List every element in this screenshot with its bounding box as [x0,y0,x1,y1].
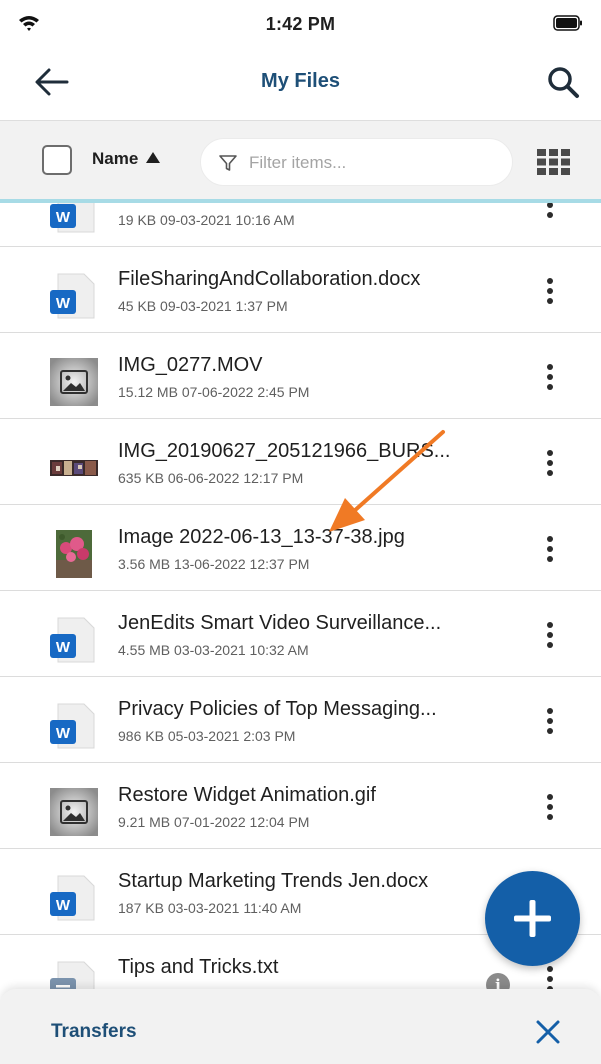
svg-text:W: W [56,639,71,656]
status-bar: 1:42 PM [0,0,601,48]
more-options-icon[interactable] [538,794,562,822]
word-doc-icon: W [50,617,95,663]
sort-label: Name [92,149,139,168]
list-item[interactable]: Restore Widget Animation.gif 9.21 MB 07-… [0,763,601,849]
svg-text:W: W [56,725,71,742]
file-name: FileSharingAndCollaboration.docx [118,268,421,290]
grid-view-icon[interactable] [537,149,571,175]
list-item[interactable]: Image 2022-06-13_13-37-38.jpg 3.56 MB 13… [0,505,601,591]
more-options-icon[interactable] [538,203,562,220]
sort-control[interactable]: Name [92,149,161,169]
list-item[interactable]: W 19 KB 09-03-2021 10:16 AM [0,203,601,247]
file-list: W 19 KB 09-03-2021 10:16 AM W FileSharin… [0,203,601,993]
list-item[interactable]: W JenEdits Smart Video Surveillance... 4… [0,591,601,677]
annotation-arrow-icon [329,430,445,532]
word-doc-icon: W [50,273,95,319]
word-doc-icon: W [50,875,95,921]
more-options-icon[interactable] [538,450,562,478]
image-placeholder-icon [50,788,98,836]
file-meta: 45 KB 09-03-2021 1:37 PM [118,298,288,314]
plus-icon [514,900,551,937]
status-time: 1:42 PM [265,14,336,34]
transfers-panel[interactable]: Transfers [0,989,601,1064]
more-options-icon[interactable] [538,708,562,736]
nav-bar: My Files [0,48,601,120]
file-meta: 3.56 MB 13-06-2022 12:37 PM [118,556,310,572]
file-name: Startup Marketing Trends Jen.docx [118,870,429,892]
battery-icon [553,15,582,31]
file-meta: 635 KB 06-06-2022 12:17 PM [118,470,304,486]
sort-ascending-icon [146,152,161,163]
file-meta: 19 KB 09-03-2021 10:16 AM [118,212,295,228]
image-placeholder-icon [50,358,98,406]
svg-text:W: W [56,209,71,226]
page-title: My Files [261,70,340,92]
file-meta: 9.21 MB 07-01-2022 12:04 PM [118,814,310,830]
file-meta: 15.12 MB 07-06-2022 2:45 PM [118,384,310,400]
word-doc-icon: W [50,203,95,233]
add-button[interactable] [485,871,580,966]
list-item[interactable]: W Privacy Policies of Top Messaging... 9… [0,677,601,763]
search-icon[interactable] [545,64,581,100]
photo-thumbnail [50,460,98,476]
more-options-icon[interactable] [538,364,562,392]
file-meta: 187 KB 03-03-2021 11:40 AM [118,900,302,916]
svg-text:W: W [56,897,71,914]
svg-text:W: W [56,295,71,312]
list-item[interactable]: IMG_0277.MOV 15.12 MB 07-06-2022 2:45 PM [0,333,601,419]
file-name: IMG_0277.MOV [118,354,263,376]
word-doc-icon: W [50,703,95,749]
more-options-icon[interactable] [538,278,562,306]
filter-field[interactable] [200,138,513,186]
list-item[interactable]: W FileSharingAndCollaboration.docx 45 KB… [0,247,601,333]
file-meta: 4.55 MB 03-03-2021 10:32 AM [118,642,309,658]
filter-icon [219,155,237,171]
transfers-title: Transfers [51,1021,137,1042]
file-name: Privacy Policies of Top Messaging... [118,698,437,720]
close-icon[interactable] [535,1019,561,1045]
more-options-icon[interactable] [538,536,562,564]
list-item[interactable]: IMG_20190627_205121966_BURS... 635 KB 06… [0,419,601,505]
file-name: JenEdits Smart Video Surveillance... [118,612,442,634]
file-name: Tips and Tricks.txt [118,956,279,978]
more-options-icon[interactable] [538,622,562,650]
filter-input[interactable] [249,148,499,178]
list-toolbar: Name [0,120,601,202]
file-name: Restore Widget Animation.gif [118,784,376,806]
photo-thumbnail [56,530,92,578]
select-all-checkbox[interactable] [42,145,72,175]
file-meta: 986 KB 05-03-2021 2:03 PM [118,728,296,744]
